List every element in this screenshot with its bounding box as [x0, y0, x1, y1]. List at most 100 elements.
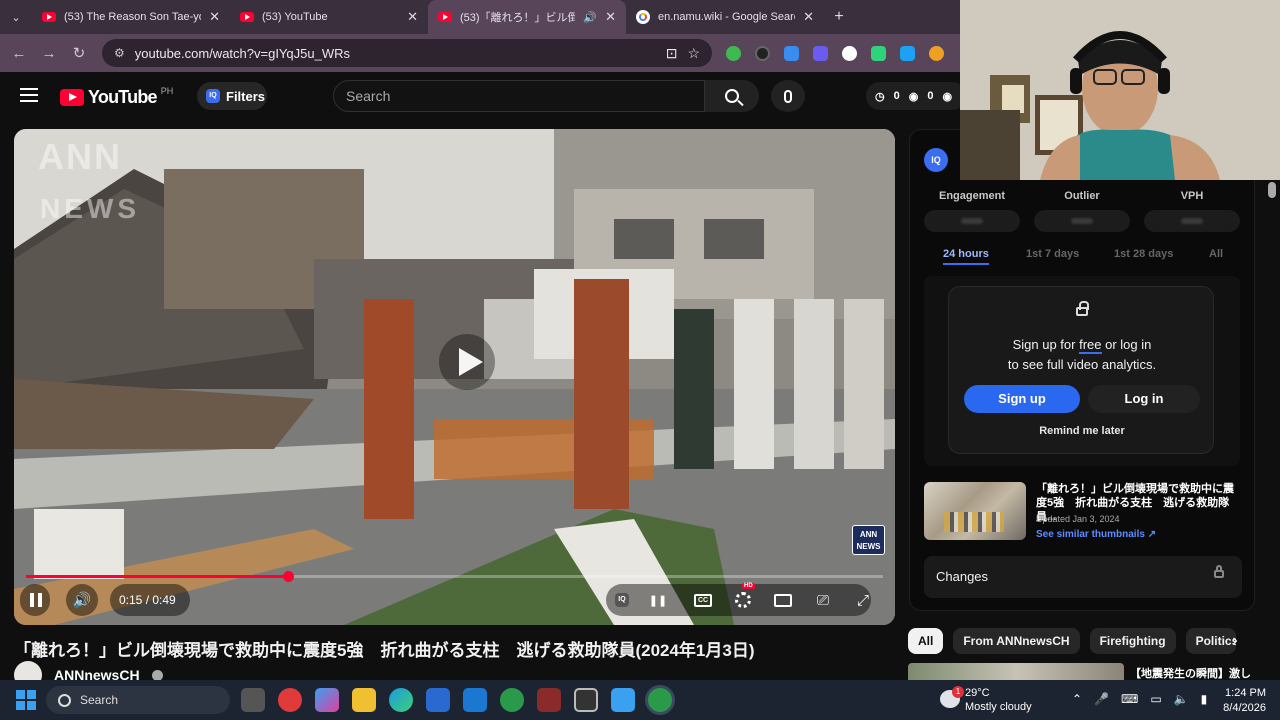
app-icon[interactable]	[574, 688, 598, 712]
windows-start-icon[interactable]	[16, 690, 36, 710]
pause-button[interactable]	[26, 585, 46, 615]
keyboard-icon[interactable]: ⌨	[1121, 692, 1138, 706]
voice-search-button[interactable]	[771, 80, 805, 112]
app-icon[interactable]	[537, 688, 561, 712]
youtube-header: YouTube PH IQ Filters Search ◷0 ◉0 ◉0	[0, 72, 967, 120]
tab-google-search[interactable]: en.namu.wiki - Google Search ✕	[626, 0, 824, 34]
app-icon[interactable]	[278, 688, 302, 712]
taskbar-search[interactable]: Search	[46, 686, 230, 714]
task-view-icon[interactable]	[241, 688, 265, 712]
period-7-days[interactable]: 1st 7 days	[1026, 248, 1079, 260]
close-tab-icon[interactable]: ✕	[407, 9, 418, 25]
analytics-panel: IQ Engagement Outlier VPH 24 hours 1st 7…	[909, 129, 1255, 611]
reload-icon[interactable]: ↻	[64, 44, 94, 62]
period-24h[interactable]: 24 hours	[943, 248, 989, 265]
extension-icon[interactable]	[871, 45, 886, 61]
lock-icon	[1076, 301, 1089, 316]
chip-from-channel[interactable]: From ANNnewsCH	[953, 628, 1080, 654]
extension-icon[interactable]	[900, 45, 915, 61]
display-icon[interactable]: ▭	[1150, 692, 1161, 706]
sign-up-button[interactable]: Sign up	[964, 385, 1080, 413]
chip-all[interactable]: All	[908, 628, 944, 654]
metric-outlier[interactable]: Outlier	[1034, 190, 1130, 202]
fullscreen-button[interactable]: ⤢	[852, 585, 874, 615]
search-input[interactable]: Search	[333, 80, 705, 112]
video-player[interactable]: ANN NEWS ANN NEWS 🔊 0:15 / 0:49 IQ ❚❚ CC …	[14, 129, 895, 625]
chevron-right-icon[interactable]: ›	[1222, 628, 1248, 654]
extension-icon[interactable]	[842, 45, 857, 61]
badge-line: NEWS	[856, 542, 881, 551]
progress-bar[interactable]	[26, 571, 883, 582]
chrome-active-icon[interactable]	[648, 688, 672, 712]
related-video-thumbnail[interactable]	[908, 663, 1124, 681]
tab-current-video[interactable]: (53)「離れろ！」ビル倒壊現場 🔊 ✕	[428, 0, 626, 34]
address-bar[interactable]: ⚙ youtube.com/watch?v=gIYqJ5u_WRs ⊡ ☆	[102, 39, 712, 67]
player-controls: 🔊 0:15 / 0:49 IQ ❚❚ CC HD ⎚ ⤢	[14, 583, 895, 620]
iq-player-button[interactable]: IQ	[612, 585, 632, 615]
similar-thumbnails-link[interactable]: See similar thumbnails ↗	[1036, 529, 1156, 540]
extension-icon[interactable]	[813, 45, 828, 61]
install-app-icon[interactable]: ⊡	[666, 45, 678, 62]
stat-value: 0	[927, 90, 934, 102]
extension-icon[interactable]	[755, 45, 770, 61]
close-tab-icon[interactable]: ✕	[605, 9, 616, 25]
related-video-title[interactable]: 【地震発生の瞬間】激し	[1130, 665, 1251, 681]
microphone-icon	[784, 89, 792, 103]
battery-icon[interactable]: ▮	[1201, 692, 1208, 706]
pause-small-icon: ❚❚	[648, 594, 668, 607]
log-in-button[interactable]: Log in	[1088, 385, 1200, 413]
clock[interactable]: 1:24 PM 8/4/2026	[1218, 686, 1266, 716]
miniplayer-pause-button[interactable]: ❚❚	[648, 585, 668, 615]
chevron-up-icon[interactable]: ⌃	[1072, 692, 1082, 706]
back-icon[interactable]: ←	[4, 45, 34, 62]
eye-icon: ◉	[942, 90, 953, 103]
tab-son-tae-young[interactable]: (53) The Reason Son Tae-young ✕	[32, 0, 230, 34]
metric-engagement[interactable]: Engagement	[924, 190, 1020, 202]
extension-icon[interactable]	[726, 45, 741, 61]
browser-toolbar: ← → ↻ ⚙ youtube.com/watch?v=gIYqJ5u_WRs …	[0, 34, 960, 72]
extension-icon[interactable]	[784, 45, 799, 61]
close-tab-icon[interactable]: ✕	[209, 9, 220, 25]
verified-check-icon	[151, 669, 163, 681]
scrollbar[interactable]	[1268, 182, 1276, 198]
file-explorer-icon[interactable]	[352, 688, 376, 712]
captions-button[interactable]: CC	[692, 585, 714, 615]
site-info-icon[interactable]: ⚙	[114, 46, 125, 60]
youtube-logo[interactable]: YouTube PH	[60, 86, 173, 108]
clock-time: 1:24 PM	[1225, 687, 1266, 699]
filters-button[interactable]: IQ Filters	[197, 82, 267, 110]
search-button[interactable]	[705, 80, 759, 112]
tab-youtube[interactable]: (53) YouTube ✕	[230, 0, 428, 34]
edge-icon[interactable]	[389, 688, 413, 712]
volume-button[interactable]: 🔊	[72, 585, 92, 615]
cast-button[interactable]: ⎚	[812, 585, 834, 615]
outlook-icon[interactable]	[463, 688, 487, 712]
extension-icon[interactable]	[929, 45, 944, 61]
chip-firefighting[interactable]: Firefighting	[1089, 628, 1176, 654]
weather-temp: 29°C	[965, 687, 990, 699]
copilot-icon[interactable]	[315, 688, 339, 712]
forward-icon[interactable]: →	[34, 45, 64, 62]
period-all[interactable]: All	[1209, 248, 1223, 260]
menu-icon[interactable]	[20, 88, 38, 102]
video-thumbnail[interactable]	[924, 482, 1026, 540]
new-tab-button[interactable]: +	[824, 8, 854, 26]
chrome-icon[interactable]	[500, 688, 524, 712]
theater-mode-button[interactable]	[772, 585, 794, 615]
metric-vph[interactable]: VPH	[1144, 190, 1240, 202]
volume-tray-icon[interactable]: 🔈	[1174, 692, 1189, 706]
remind-later-link[interactable]: Remind me later	[949, 425, 1215, 437]
store-icon[interactable]	[426, 688, 450, 712]
stats-pill[interactable]: ◷0 ◉0 ◉0	[866, 82, 967, 110]
close-tab-icon[interactable]: ✕	[803, 9, 814, 25]
period-28-days[interactable]: 1st 28 days	[1114, 248, 1173, 260]
settings-button[interactable]: HD	[732, 583, 755, 615]
play-overlay-icon[interactable]	[439, 334, 495, 390]
badge-line: ANN	[859, 530, 878, 539]
changes-section[interactable]: Changes	[924, 556, 1242, 598]
mic-tray-icon[interactable]: 🎤	[1094, 692, 1109, 706]
bookmark-star-icon[interactable]: ☆	[687, 45, 700, 62]
notepad-icon[interactable]	[611, 688, 635, 712]
speaker-icon[interactable]: 🔊	[583, 11, 597, 24]
tab-search-icon[interactable]: ⌄	[0, 0, 32, 34]
